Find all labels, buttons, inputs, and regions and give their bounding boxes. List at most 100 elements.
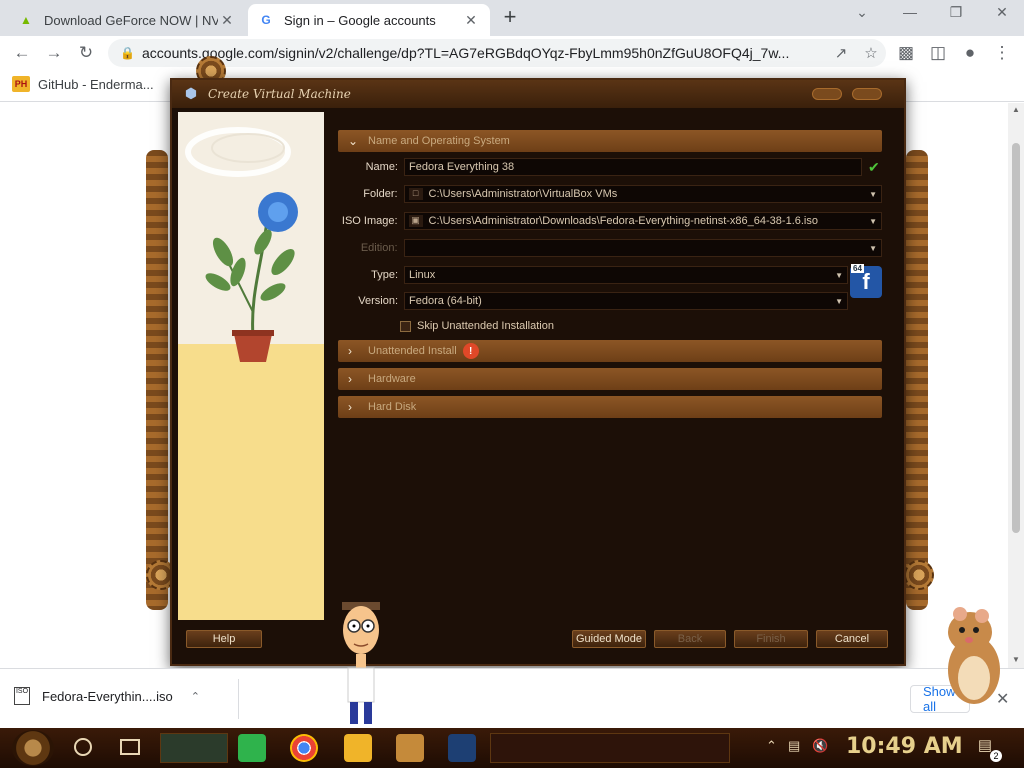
skip-unattended-row: Skip Unattended Installation: [400, 320, 554, 332]
section-unattended[interactable]: › Unattended Install !: [338, 340, 882, 362]
dialog-titlebar[interactable]: ⬢ Create Virtual Machine: [172, 80, 904, 108]
tab-google-signin[interactable]: G Sign in – Google accounts ✕: [248, 4, 490, 36]
edition-select[interactable]: ▼: [403, 239, 882, 257]
start-button[interactable]: [12, 730, 54, 766]
extensions-puzzle-icon[interactable]: ▩: [894, 41, 918, 65]
profile-avatar-icon[interactable]: ●: [958, 41, 982, 65]
download-filename: Fedora-Everythin....iso: [42, 688, 173, 704]
section-title: Unattended Install: [368, 345, 457, 357]
folder-select[interactable]: □ C:\Users\Administrator\VirtualBox VMs …: [403, 185, 882, 203]
steampunk-pipe-left: [146, 150, 168, 610]
section-hard-disk[interactable]: › Hard Disk: [338, 396, 882, 418]
section-hardware[interactable]: › Hardware: [338, 368, 882, 390]
help-button[interactable]: Help: [186, 630, 262, 648]
forward-arrow-icon[interactable]: →: [42, 41, 66, 65]
scrollbar-thumb[interactable]: [1012, 143, 1020, 533]
scroll-up-icon[interactable]: ▲: [1008, 105, 1024, 114]
volume-muted-icon[interactable]: 🔇: [812, 738, 828, 754]
notification-count: 2: [990, 750, 1002, 762]
iso-image-select[interactable]: ▣ C:\Users\Administrator\Downloads\Fedor…: [403, 212, 882, 230]
address-bar[interactable]: 🔒 accounts.google.com/signin/v2/challeng…: [108, 39, 886, 67]
url-text[interactable]: accounts.google.com/signin/v2/challenge/…: [142, 45, 826, 61]
windows-taskbar: ⌃ ▤ 🔇 10:49 AM ▤ 2: [0, 728, 1024, 768]
fedora-os-icon: 64 f: [850, 264, 882, 298]
dropdown-arrow-icon[interactable]: ▼: [835, 297, 843, 306]
name-row: Name: Fedora Everything 38 ✔: [338, 158, 882, 176]
chrome-icon[interactable]: [290, 734, 318, 762]
tab-title: Download GeForce NOW | NVI: [44, 12, 218, 28]
restore-button[interactable]: ❐: [936, 4, 976, 26]
version-row: Version: Fedora (64-bit) ▼: [338, 292, 882, 310]
tray-chevron-icon[interactable]: ⌃: [766, 738, 777, 754]
taskbar-search-box[interactable]: [160, 733, 228, 763]
download-item[interactable]: ISO Fedora-Everythin....iso ⌃: [14, 687, 200, 705]
close-tab-icon[interactable]: ✕: [462, 12, 480, 29]
version-select[interactable]: Fedora (64-bit) ▼: [404, 292, 848, 310]
dialog-title: Create Virtual Machine: [208, 87, 351, 101]
bookmark-github[interactable]: PH GitHub - Enderma...: [12, 76, 154, 92]
close-tab-icon[interactable]: ✕: [218, 12, 236, 29]
dropdown-arrow-icon[interactable]: ▼: [869, 190, 877, 199]
folder-icon: □: [408, 188, 423, 200]
menu-kebab-icon[interactable]: ⋮: [990, 41, 1014, 65]
bookmark-star-icon[interactable]: ☆: [856, 44, 886, 62]
skip-unattended-checkbox[interactable]: [400, 320, 411, 332]
version-value: Fedora (64-bit): [409, 295, 482, 307]
close-dialog-button[interactable]: [852, 88, 882, 100]
hank-hill-desktop-buddy: [342, 602, 380, 724]
lock-icon[interactable]: 🔒: [120, 46, 135, 60]
os-bits-badge: 64: [851, 264, 864, 273]
create-vm-dialog: ⬢ Create Virtual Machine ⌄ Name and Oper…: [170, 78, 906, 666]
network-icon[interactable]: ▤: [788, 738, 800, 754]
dropdown-arrow-icon[interactable]: ▼: [869, 217, 877, 226]
notifications-icon[interactable]: ▤ 2: [974, 736, 1002, 762]
tab-geforce[interactable]: ▲ Download GeForce NOW | NVI ✕: [8, 4, 246, 36]
tab-search-icon[interactable]: ⌄: [842, 4, 882, 26]
taskbar-spacer: [490, 733, 730, 763]
taskbar-clock[interactable]: 10:49 AM: [846, 734, 963, 759]
chevron-right-icon: ›: [348, 344, 352, 358]
chevron-right-icon: ›: [348, 372, 352, 386]
photos-app-icon[interactable]: [396, 734, 424, 762]
share-icon[interactable]: ↗: [826, 44, 856, 62]
minimize-button[interactable]: —: [890, 4, 930, 26]
type-select[interactable]: Linux ▼: [404, 266, 848, 284]
nvidia-icon: ▲: [20, 13, 32, 27]
new-tab-button[interactable]: +: [498, 6, 522, 30]
virtualbox-cube-icon: ⬢: [184, 85, 198, 101]
google-icon: G: [261, 13, 271, 27]
bookmark-label: GitHub - Enderma...: [38, 76, 154, 92]
edition-label: Edition:: [360, 242, 398, 254]
producthunt-icon: PH: [12, 76, 30, 92]
version-label: Version:: [358, 295, 398, 307]
side-panel-icon[interactable]: ◫: [926, 41, 950, 65]
section-title: Hard Disk: [368, 401, 417, 413]
page-scrollbar[interactable]: ▲ ▼: [1008, 103, 1024, 668]
chevron-up-icon[interactable]: ⌃: [191, 690, 200, 703]
divider: [238, 679, 239, 719]
skip-unattended-label[interactable]: Skip Unattended Installation: [417, 320, 554, 332]
gear-icon: [904, 560, 934, 590]
finish-button[interactable]: Finish: [734, 630, 808, 648]
type-value: Linux: [409, 269, 436, 281]
file-explorer-icon[interactable]: [344, 734, 372, 762]
task-view-icon[interactable]: [120, 739, 140, 755]
virtualbox-taskbar-icon[interactable]: [448, 734, 476, 762]
folder-value: C:\Users\Administrator\VirtualBox VMs: [428, 188, 618, 200]
downloads-bar: ISO Fedora-Everythin....iso ⌃ Show all ✕: [0, 668, 1024, 728]
back-arrow-icon[interactable]: ←: [10, 41, 34, 65]
name-input[interactable]: Fedora Everything 38: [404, 158, 862, 176]
cortana-icon[interactable]: [74, 738, 92, 756]
type-label: Type:: [371, 269, 398, 281]
section-name-os[interactable]: ⌄ Name and Operating System: [338, 130, 882, 152]
close-window-button[interactable]: ✕: [982, 4, 1022, 26]
minimize-button[interactable]: [812, 88, 842, 100]
reload-icon[interactable]: ↻: [74, 41, 98, 65]
dropdown-arrow-icon[interactable]: ▼: [869, 244, 877, 253]
dropdown-arrow-icon[interactable]: ▼: [835, 271, 843, 280]
scroll-down-icon[interactable]: ▼: [1008, 655, 1024, 664]
guided-mode-button[interactable]: Guided Mode: [572, 630, 646, 648]
back-button[interactable]: Back: [654, 630, 726, 648]
notes-app-icon[interactable]: [238, 734, 266, 762]
cancel-button[interactable]: Cancel: [816, 630, 888, 648]
